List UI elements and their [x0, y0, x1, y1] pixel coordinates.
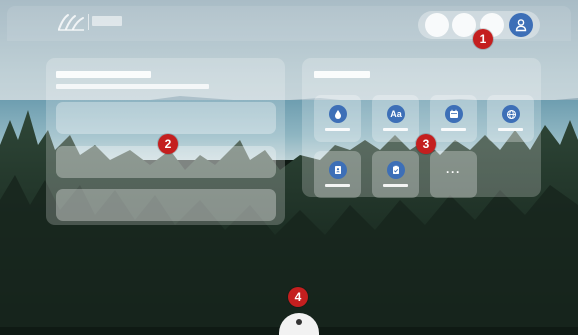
clipboard-check-icon	[387, 161, 405, 179]
user-icon	[515, 19, 527, 32]
contacts-book-icon	[329, 161, 347, 179]
callout-marker-4: 4	[288, 287, 308, 307]
water-drop-icon	[329, 105, 347, 123]
apps-panel-title	[314, 71, 370, 78]
logo-divider	[88, 14, 89, 30]
callout-marker-3: 3	[416, 134, 436, 154]
chevron-up-icon	[296, 319, 302, 325]
tile-label	[383, 184, 408, 187]
app-tile-globe[interactable]	[487, 95, 534, 142]
callout-marker-2: 2	[158, 134, 178, 154]
app-tile-calendar[interactable]	[430, 95, 477, 142]
tile-label	[383, 128, 408, 131]
app-name-placeholder	[92, 16, 122, 26]
calendar-icon	[445, 105, 463, 123]
left-panel-title	[56, 71, 151, 78]
app-tile-tasks[interactable]	[372, 151, 419, 198]
app-tile-fonts[interactable]: Aa	[372, 95, 419, 142]
profile-button[interactable]	[509, 13, 533, 37]
app-tile-more[interactable]: ···	[430, 151, 477, 198]
tile-label	[498, 128, 523, 131]
app-tile-contacts[interactable]	[314, 151, 361, 198]
input-field-3[interactable]	[56, 189, 276, 221]
input-field-1[interactable]	[56, 102, 276, 134]
callout-marker-1: 1	[473, 29, 493, 49]
tile-label	[325, 128, 350, 131]
app-tile-water[interactable]	[314, 95, 361, 142]
tile-label	[441, 128, 466, 131]
app-logo-icon	[58, 14, 84, 31]
globe-icon	[502, 105, 520, 123]
menu-button-2[interactable]	[452, 13, 476, 37]
font-icon: Aa	[387, 105, 405, 123]
menu-button-1[interactable]	[425, 13, 449, 37]
tile-label	[325, 184, 350, 187]
left-panel-subtitle	[56, 84, 209, 89]
more-icon: ···	[446, 165, 461, 179]
